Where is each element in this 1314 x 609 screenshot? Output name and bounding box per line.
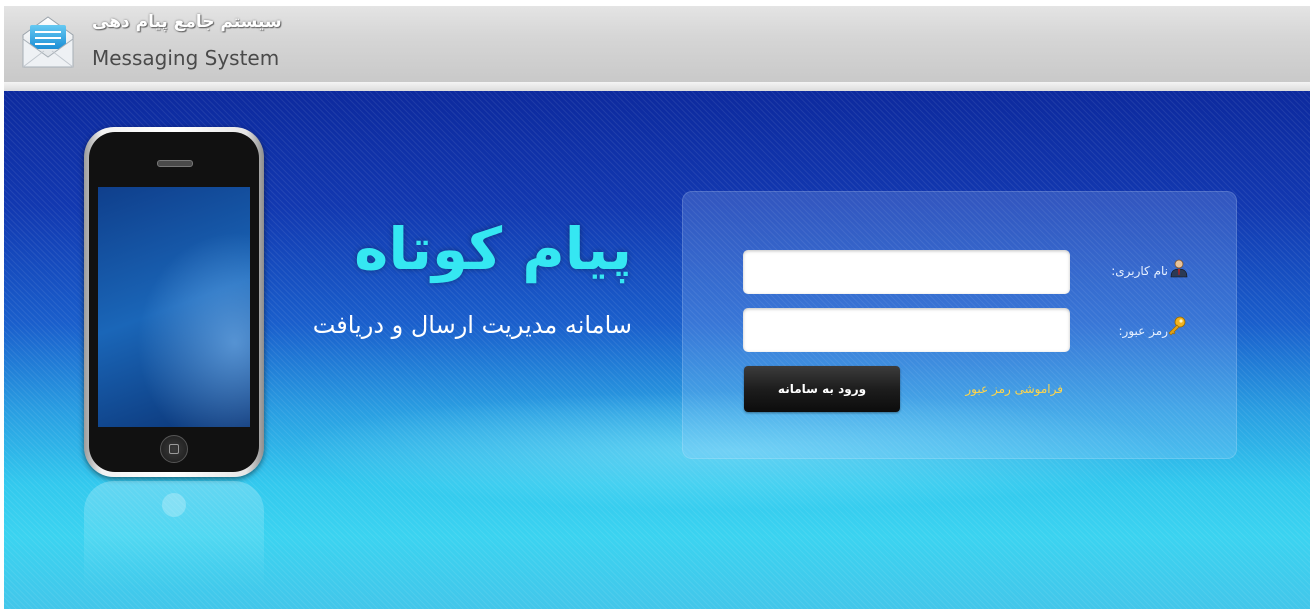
user-icon <box>1170 259 1188 278</box>
phone-screen <box>98 187 250 427</box>
phone-body <box>89 132 259 472</box>
brand-title: پیام کوتاه <box>354 215 632 283</box>
phone-illustration <box>84 127 264 477</box>
header-divider <box>4 82 1310 91</box>
app-header: سیستم جامع پیام دهی Messaging System <box>4 6 1310 82</box>
password-label: رمز عبور: <box>1118 324 1168 338</box>
password-input[interactable] <box>743 308 1070 352</box>
app-title-english: Messaging System <box>92 46 280 70</box>
username-input[interactable] <box>743 250 1070 294</box>
envelope-icon <box>22 16 74 68</box>
forgot-password-link[interactable]: فراموشی رمز عبور <box>913 382 1063 396</box>
phone-speaker <box>157 160 193 167</box>
username-label: نام کاربری: <box>1111 264 1168 278</box>
phone-home-button <box>160 435 188 463</box>
page: سیستم جامع پیام دهی Messaging System پیا… <box>0 0 1314 609</box>
key-icon <box>1168 316 1186 336</box>
login-button[interactable]: ورود به سامانه <box>744 366 900 412</box>
app-title-persian: سیستم جامع پیام دهی <box>92 12 282 32</box>
hero-banner: پیام کوتاه سامانه مدیریت ارسال و دریافت … <box>4 91 1310 609</box>
login-panel: نام کاربری: رمز عبور: ورود به سامانه فرا… <box>682 191 1237 459</box>
phone-reflection-home <box>162 493 186 517</box>
brand-subtitle: سامانه مدیریت ارسال و دریافت <box>312 311 632 339</box>
